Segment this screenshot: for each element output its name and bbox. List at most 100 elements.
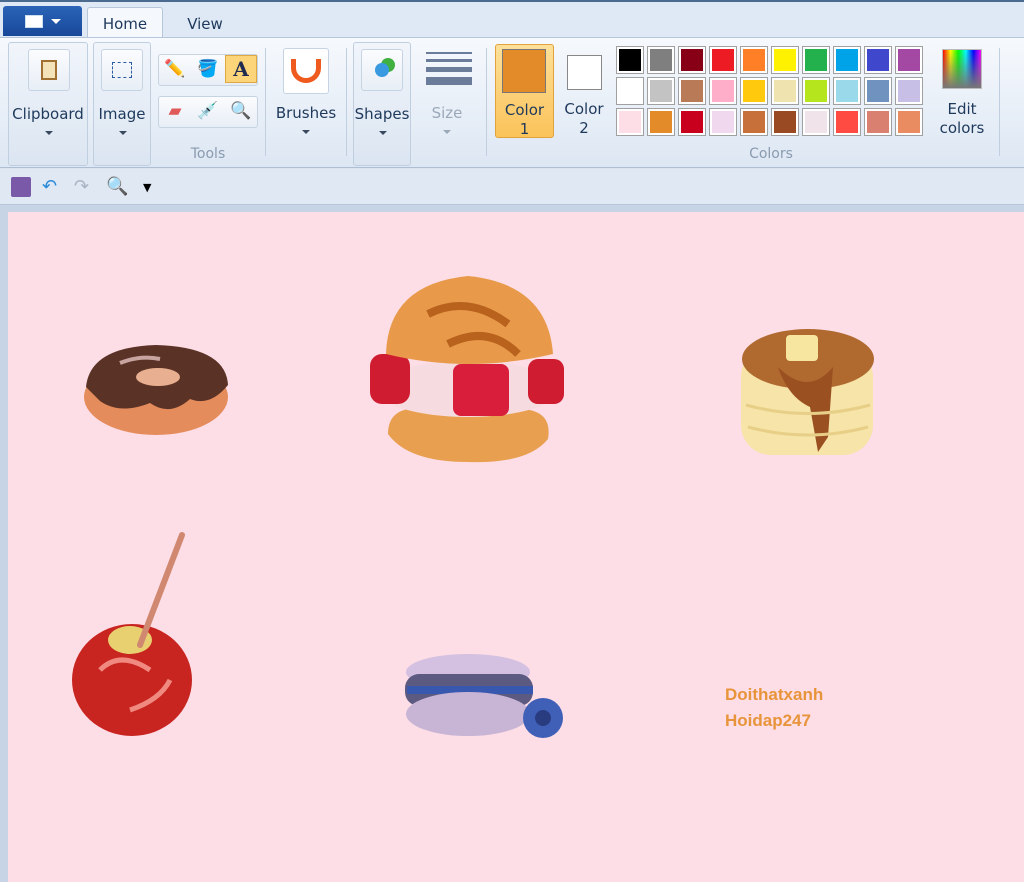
palette-swatch[interactable] <box>740 108 768 136</box>
magnifier-icon[interactable]: 🔍 <box>225 97 257 125</box>
palette-swatch[interactable] <box>771 46 799 74</box>
shapes-icon <box>361 49 403 91</box>
palette-swatch[interactable] <box>802 77 830 105</box>
swatch-color <box>898 111 920 133</box>
shapes-button[interactable]: Shapes <box>353 42 411 166</box>
swatch-color <box>774 80 796 102</box>
brushes-button[interactable]: Brushes <box>270 42 342 142</box>
swatch-color <box>650 111 672 133</box>
tools-row-1: ✏️ 🪣 A <box>158 54 258 86</box>
swatch-color <box>743 80 765 102</box>
color1-swatch <box>502 49 546 93</box>
palette-swatch[interactable] <box>771 77 799 105</box>
palette-swatch[interactable] <box>802 46 830 74</box>
divider <box>486 48 487 156</box>
palette-swatch[interactable] <box>895 108 923 136</box>
chevron-down-icon <box>379 131 387 135</box>
color-palette <box>616 46 924 137</box>
redo-icon[interactable]: ↷ <box>74 176 89 197</box>
size-label: Size <box>431 104 463 122</box>
tab-view[interactable]: View <box>170 7 240 40</box>
palette-swatch[interactable] <box>678 108 706 136</box>
clipboard-icon <box>28 49 70 91</box>
swatch-color <box>619 111 641 133</box>
swatch-color <box>867 49 889 71</box>
macaron-drawing <box>405 654 563 738</box>
palette-swatch[interactable] <box>616 77 644 105</box>
palette-swatch[interactable] <box>647 77 675 105</box>
candy-apple-drawing <box>72 532 192 736</box>
swatch-color <box>805 80 827 102</box>
palette-swatch[interactable] <box>740 46 768 74</box>
palette-swatch[interactable] <box>802 108 830 136</box>
eraser-icon[interactable]: ▰ <box>159 97 191 125</box>
swatch-color <box>650 49 672 71</box>
color2-swatch <box>567 55 602 90</box>
palette-swatch[interactable] <box>895 77 923 105</box>
palette-swatch[interactable] <box>740 77 768 105</box>
zoom-icon[interactable]: 🔍 <box>106 176 128 197</box>
swatch-color <box>712 49 734 71</box>
save-icon[interactable] <box>11 177 31 197</box>
ribbon-tab-bar: Home View <box>0 0 1024 40</box>
clipboard-button[interactable]: Clipboard <box>8 42 88 166</box>
palette-swatch[interactable] <box>616 46 644 74</box>
color-spectrum-icon <box>942 49 982 89</box>
palette-swatch[interactable] <box>833 46 861 74</box>
palette-swatch[interactable] <box>678 46 706 74</box>
tab-home[interactable]: Home <box>87 7 163 40</box>
pencil-icon[interactable]: ✏️ <box>159 55 191 83</box>
swatch-color <box>867 111 889 133</box>
color-picker-icon[interactable]: 💉 <box>192 97 224 125</box>
brush-icon <box>283 48 329 94</box>
palette-swatch[interactable] <box>833 108 861 136</box>
palette-swatch[interactable] <box>864 108 892 136</box>
size-button[interactable]: Size <box>418 42 476 142</box>
swatch-color <box>712 80 734 102</box>
palette-swatch[interactable] <box>678 77 706 105</box>
canvas-text-line: Doithatxanh <box>725 685 824 704</box>
palette-swatch[interactable] <box>864 77 892 105</box>
fill-bucket-icon[interactable]: 🪣 <box>192 55 224 83</box>
divider <box>265 48 266 156</box>
edit-colors-button[interactable]: Edit colors <box>934 44 990 138</box>
tools-row-2: ▰ 💉 🔍 <box>158 96 258 128</box>
swatch-color <box>650 80 672 102</box>
palette-swatch[interactable] <box>709 77 737 105</box>
chevron-down-icon <box>45 131 53 135</box>
cream-puff-drawing <box>370 276 564 463</box>
palette-swatch[interactable] <box>895 46 923 74</box>
divider <box>999 48 1000 156</box>
chevron-down-icon <box>119 131 127 135</box>
palette-swatch[interactable] <box>616 108 644 136</box>
palette-swatch[interactable] <box>647 46 675 74</box>
donut-drawing <box>84 345 228 435</box>
customize-dropdown-icon[interactable]: ▼ <box>143 181 151 194</box>
text-tool-icon[interactable]: A <box>225 55 257 83</box>
edit-colors-label: Edit colors <box>939 100 985 137</box>
colors-group-label: Colors <box>749 146 793 162</box>
brushes-label: Brushes <box>275 104 337 122</box>
color1-button[interactable]: Color 1 <box>495 44 554 138</box>
image-button[interactable]: Image <box>93 42 151 166</box>
ribbon: Clipboard Image ✏️ 🪣 A ▰ 💉 🔍 Tools Brush… <box>0 37 1024 168</box>
palette-swatch[interactable] <box>771 108 799 136</box>
swatch-color <box>681 49 703 71</box>
undo-icon[interactable]: ↶ <box>42 176 57 197</box>
swatch-color <box>836 111 858 133</box>
palette-swatch[interactable] <box>647 108 675 136</box>
palette-swatch[interactable] <box>833 77 861 105</box>
palette-swatch[interactable] <box>709 108 737 136</box>
swatch-color <box>898 49 920 71</box>
drawing-canvas[interactable]: Doithatxanh Hoidap247 <box>8 212 1024 882</box>
swatch-color <box>743 111 765 133</box>
application-menu-button[interactable] <box>3 6 82 36</box>
palette-swatch[interactable] <box>864 46 892 74</box>
quick-access-toolbar: ↶ ↷ 🔍 ▼ <box>0 169 1024 205</box>
swatch-color <box>681 111 703 133</box>
palette-swatch[interactable] <box>709 46 737 74</box>
color2-button[interactable]: Color 2 <box>557 44 611 138</box>
color1-label: Color 1 <box>504 101 545 138</box>
select-icon <box>101 49 143 91</box>
swatch-color <box>774 111 796 133</box>
